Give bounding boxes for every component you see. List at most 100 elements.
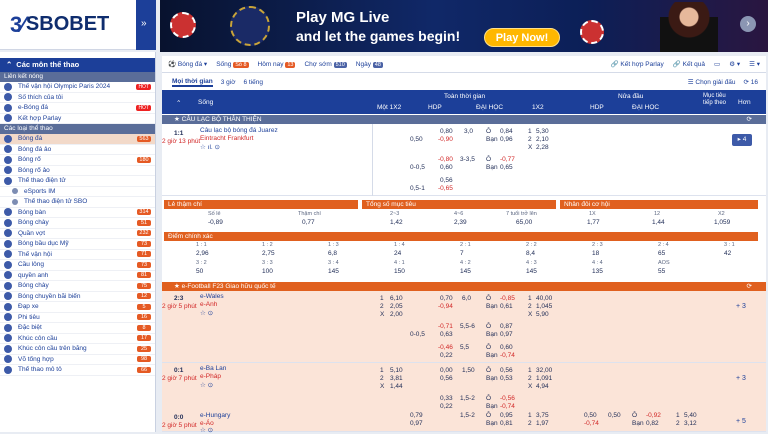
odds-value[interactable]: 0,00 — [440, 367, 453, 374]
odds-value[interactable]: 0,60 — [500, 344, 513, 351]
refresh-button[interactable]: ⟳ 16 — [744, 78, 759, 86]
refresh-icon[interactable]: ⟳ — [747, 115, 752, 124]
sidebar-link-item[interactable]: e-Bóng đá HOT — [0, 103, 155, 114]
tab-all-time[interactable]: Mọi thời gian — [172, 78, 213, 87]
sidebar-sport-item[interactable]: Bóng đá ảo — [0, 145, 155, 155]
tab-3h[interactable]: 3 giờ — [221, 79, 236, 86]
choose-league-button[interactable]: ☰ Chọn giải đấu — [688, 78, 736, 86]
odds-value[interactable]: 1 — [676, 412, 680, 419]
odds-value[interactable]: 5,5 — [460, 344, 469, 351]
score-odds[interactable]: 50 — [196, 268, 203, 275]
odd-even-panel[interactable]: Lẻ thậm chí — [164, 200, 358, 209]
odds-value[interactable]: 6,0 — [462, 295, 471, 302]
odds-value[interactable]: -0,74 — [500, 403, 515, 410]
away-team[interactable]: Eintracht Frankfurt — [200, 135, 253, 142]
odds-value[interactable]: -0,74 — [500, 352, 515, 359]
odds-value[interactable]: Ô — [486, 395, 491, 402]
odds-value[interactable]: Bạn — [486, 352, 498, 359]
odds-value[interactable]: 0,95 — [500, 412, 513, 419]
odds-value[interactable]: 0,33 — [440, 395, 453, 402]
home-team[interactable]: Câu lạc bộ bóng đá Juarez — [200, 127, 278, 134]
odds-value[interactable]: 1,045 — [536, 303, 552, 310]
odds-value[interactable]: 5,5-6 — [460, 323, 475, 330]
odds-value[interactable]: 2 — [380, 303, 384, 310]
results-link[interactable]: 🔗 Kết quả — [673, 60, 705, 68]
sport-selector[interactable]: ⚽ Bóng đá ▾ — [168, 60, 207, 68]
dc-12-value[interactable]: 1,44 — [652, 219, 665, 226]
settings-icon[interactable]: ⚙ ▾ — [729, 60, 740, 68]
odds-value[interactable]: -0,94 — [438, 303, 453, 310]
odds-value[interactable]: 2 — [676, 420, 680, 427]
odds-value[interactable]: 0,82 — [646, 420, 659, 427]
tab-early[interactable]: Chợ sớm 510 — [304, 61, 347, 68]
score-odds[interactable]: 65 — [658, 250, 665, 257]
odds-value[interactable]: -0,92 — [646, 412, 661, 419]
odds-value[interactable]: 0,87 — [500, 323, 513, 330]
odds-value[interactable]: 1,97 — [536, 420, 549, 427]
total-goals-panel[interactable]: Tổng số mục tiêu — [362, 200, 556, 209]
sidebar-link-item[interactable]: Thế vận hội Olympic Paris 2024 HOT — [0, 82, 155, 93]
match-icons[interactable]: ☆ ⊙ — [200, 426, 213, 434]
score-odds[interactable]: 42 — [724, 250, 731, 257]
odds-value[interactable]: Ô — [486, 367, 491, 374]
odds-value[interactable]: 0-0,5 — [410, 331, 425, 338]
tab-live[interactable]: Sống Số 8 — [216, 61, 249, 68]
more-bets-button[interactable]: ▸ 4 — [732, 134, 752, 146]
odds-value[interactable]: 2 — [528, 420, 532, 427]
score-odds[interactable]: 2,75 — [262, 250, 275, 257]
odds-value[interactable]: -0,71 — [438, 323, 453, 330]
odds-value[interactable]: 5,90 — [536, 311, 549, 318]
tab-day[interactable]: Ngày 48 — [356, 61, 383, 68]
sidebar-link-item[interactable]: Số thích của tôi — [0, 93, 155, 103]
tv-icon[interactable]: ▭ — [714, 60, 720, 68]
odds-value[interactable]: 0,81 — [500, 420, 513, 427]
odds-value[interactable]: Ô — [486, 295, 491, 302]
odds-value[interactable]: 1 — [380, 367, 384, 374]
odds-value[interactable]: Bạn — [486, 331, 498, 338]
sidebar-sport-item[interactable]: Đạp xe 5 — [0, 302, 155, 313]
odds-value[interactable]: 3,81 — [390, 375, 403, 382]
sidebar-sport-item[interactable]: Bóng rổ ảo — [0, 166, 155, 176]
odds-value[interactable]: 0,53 — [500, 375, 513, 382]
sidebar-sport-item[interactable]: Phi tiêu 16 — [0, 313, 155, 323]
collapse-all-icon[interactable]: ⌃ — [176, 99, 181, 107]
odds-value[interactable]: 1 — [528, 295, 532, 302]
sidebar-sport-item[interactable]: Quần vợt 232 — [0, 229, 155, 239]
odds-value[interactable]: X — [380, 383, 384, 390]
odds-value[interactable]: 2 — [528, 375, 532, 382]
odds-value[interactable]: 0,50 — [608, 412, 621, 419]
sidebar-sport-item[interactable]: Võ tổng hợp 98 — [0, 355, 155, 365]
sidebar-sport-item[interactable]: Thể thao mô tô 66 — [0, 365, 155, 376]
odds-value[interactable]: 1 — [380, 295, 384, 302]
score-odds[interactable]: 18 — [592, 250, 599, 257]
odds-value[interactable]: 0,61 — [500, 303, 513, 310]
odds-value[interactable]: Bạn — [486, 403, 498, 410]
odds-value[interactable]: 3,75 — [536, 412, 549, 419]
odds-value[interactable]: 0,63 — [440, 331, 453, 338]
score-odds[interactable]: 135 — [592, 268, 603, 275]
sidebar-sport-item[interactable]: Bóng đá 563 — [0, 134, 155, 145]
odds-value[interactable]: 2,05 — [390, 303, 403, 310]
sidebar-sport-item[interactable]: Khúc côn cầu 17 — [0, 334, 155, 344]
home-team[interactable]: e-Wales — [200, 293, 224, 300]
odds-value[interactable]: 3,12 — [684, 420, 697, 427]
odds-value[interactable]: 1,44 — [390, 383, 403, 390]
tab-6h[interactable]: 6 tiếng — [243, 79, 263, 86]
away-team[interactable]: e-Anh — [200, 301, 217, 308]
score-odds[interactable]: 145 — [328, 268, 339, 275]
sidebar-sport-item[interactable]: Đặc biệt 8 — [0, 323, 155, 334]
odds-value[interactable]: 2,00 — [390, 311, 403, 318]
logo-arrow-panel[interactable]: » — [136, 0, 156, 50]
odds-value[interactable]: -0,46 — [438, 344, 453, 351]
odds-value[interactable]: -0,85 — [500, 295, 515, 302]
sidebar-sport-item[interactable]: quyền anh 81 — [0, 271, 155, 281]
play-now-button[interactable]: Play Now! — [484, 28, 560, 47]
more-bets-button[interactable]: + 3 — [736, 303, 746, 310]
match-icons[interactable]: ☆ ⊙ — [200, 381, 213, 389]
odds-value[interactable]: 32,00 — [536, 367, 552, 374]
score-odds[interactable]: 150 — [394, 268, 405, 275]
score-odds[interactable]: 145 — [526, 268, 537, 275]
odds-value[interactable]: 0,70 — [440, 295, 453, 302]
odds-value[interactable]: 1,5-2 — [460, 395, 475, 402]
score-odds[interactable]: 55 — [658, 268, 665, 275]
